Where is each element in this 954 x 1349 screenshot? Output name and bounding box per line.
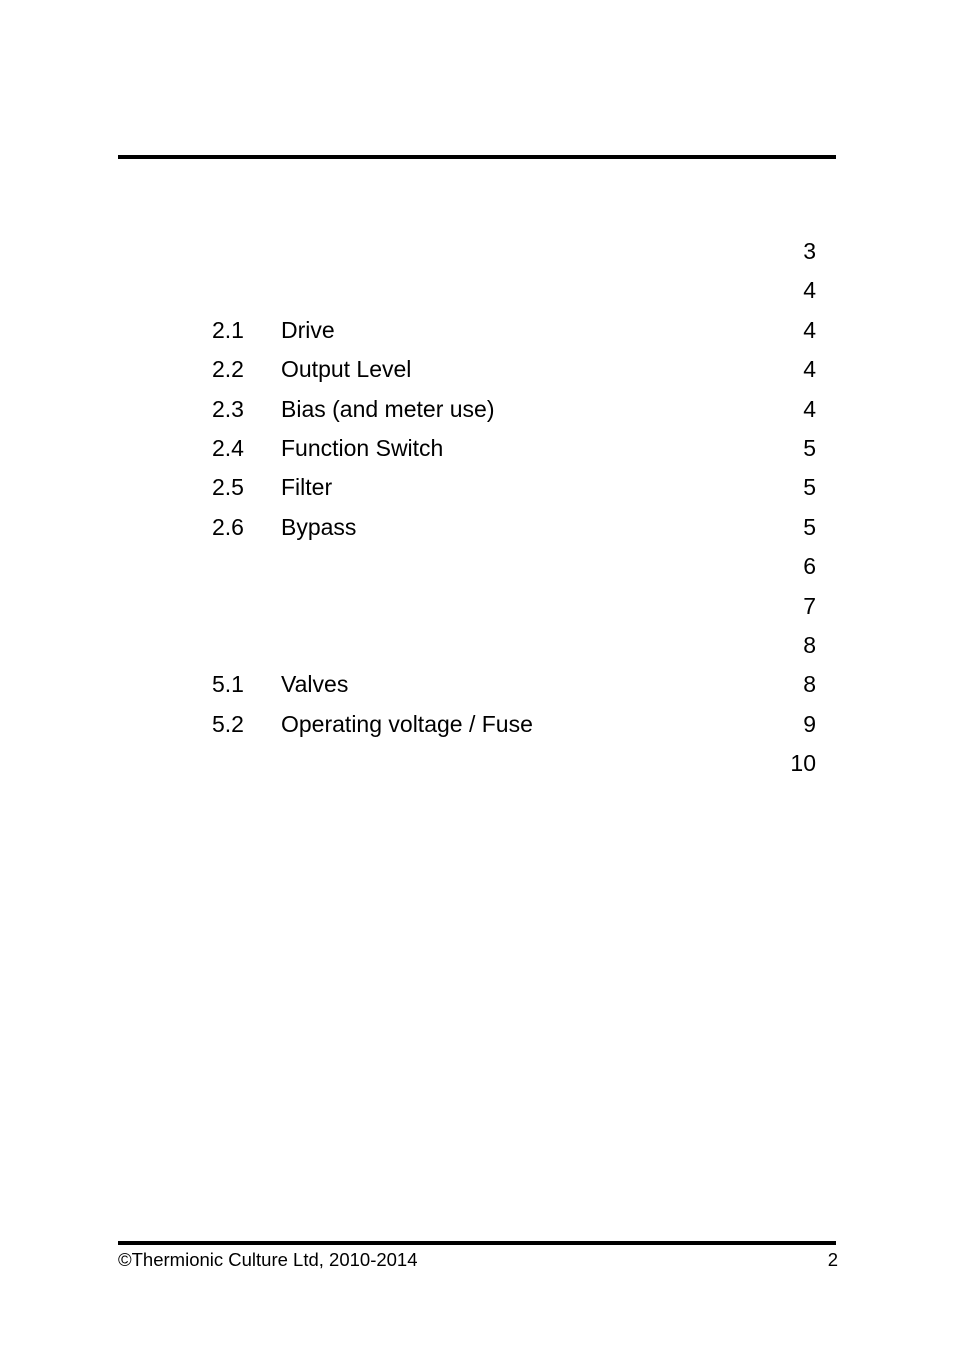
toc-entry-label: Filter <box>281 474 333 501</box>
toc-entry[interactable]: 4 <box>118 271 838 310</box>
toc-entry[interactable]: 2.2 Output Level 4 <box>118 350 838 389</box>
page-footer: ©Thermionic Culture Ltd, 2010-2014 2 <box>118 1247 838 1273</box>
toc-entry-label: Output Level <box>281 356 412 383</box>
toc-entry-label: Operating voltage / Fuse <box>281 710 533 737</box>
toc-entry-page-number: 5 <box>803 474 816 501</box>
toc-entry-number: 2.6 <box>212 513 244 540</box>
toc-entry[interactable]: 5.1 Valves 8 <box>118 665 838 704</box>
toc-entry[interactable]: 10 <box>118 744 838 783</box>
toc-entry-page-number: 4 <box>803 356 816 383</box>
toc-entry[interactable]: 7 <box>118 587 838 626</box>
toc-entry-number: 2.5 <box>212 474 244 501</box>
toc-entry-page-number: 5 <box>803 434 816 461</box>
footer-copyright: ©Thermionic Culture Ltd, 2010-2014 <box>118 1249 418 1270</box>
toc-entry-number: 2.3 <box>212 395 244 422</box>
document-page: 3 4 2.1 Drive 4 2.2 Output Level 4 2.3 Bias (and … <box>0 0 954 1349</box>
toc-entry[interactable]: 2.4 Function Switch 5 <box>118 429 838 468</box>
toc-entry-number: 5.2 <box>212 710 244 737</box>
toc-entry[interactable]: 5.2 Operating voltage / Fuse 9 <box>118 705 838 744</box>
toc-entry-page-number: 8 <box>803 631 816 658</box>
toc-entry[interactable]: 3 <box>118 232 838 271</box>
toc-entry-page-number: 9 <box>803 710 816 737</box>
toc-entry-number: 2.1 <box>212 316 244 343</box>
toc-entry-label: Valves <box>281 671 349 698</box>
toc-entry-number: 2.4 <box>212 434 244 461</box>
header-rule <box>118 155 836 159</box>
toc-entry-page-number: 4 <box>803 277 816 304</box>
toc-entry[interactable]: 2.6 Bypass 5 <box>118 508 838 547</box>
toc-entry-label: Bias (and meter use) <box>281 395 495 422</box>
toc-entry-page-number: 3 <box>803 238 816 264</box>
toc-entry-page-number: 4 <box>803 395 816 422</box>
toc-entry-page-number: 4 <box>803 316 816 343</box>
toc-entry-number: 2.2 <box>212 356 244 383</box>
toc-entry-page-number: 8 <box>803 671 816 698</box>
toc-entry[interactable]: 8 <box>118 626 838 665</box>
toc-entry[interactable]: 2.1 Drive 4 <box>118 311 838 350</box>
toc-entry-label: Function Switch <box>281 434 444 461</box>
toc-entry-label: Bypass <box>281 513 357 540</box>
toc-entry-number: 5.1 <box>212 671 244 698</box>
toc-entry-page-number: 6 <box>803 553 816 580</box>
toc-entry-page-number: 7 <box>803 592 816 619</box>
toc-entry-label: Drive <box>281 316 335 343</box>
toc-entry-page-number: 5 <box>803 513 816 540</box>
toc-entry[interactable]: 2.3 Bias (and meter use) 4 <box>118 390 838 429</box>
footer-page-number: 2 <box>827 1249 838 1270</box>
table-of-contents: 3 4 2.1 Drive 4 2.2 Output Level 4 2.3 Bias (and … <box>118 232 838 783</box>
toc-entry-page-number: 10 <box>790 750 816 777</box>
toc-entry[interactable]: 2.5 Filter 5 <box>118 468 838 507</box>
footer-rule <box>118 1241 836 1245</box>
toc-entry[interactable]: 6 <box>118 547 838 586</box>
